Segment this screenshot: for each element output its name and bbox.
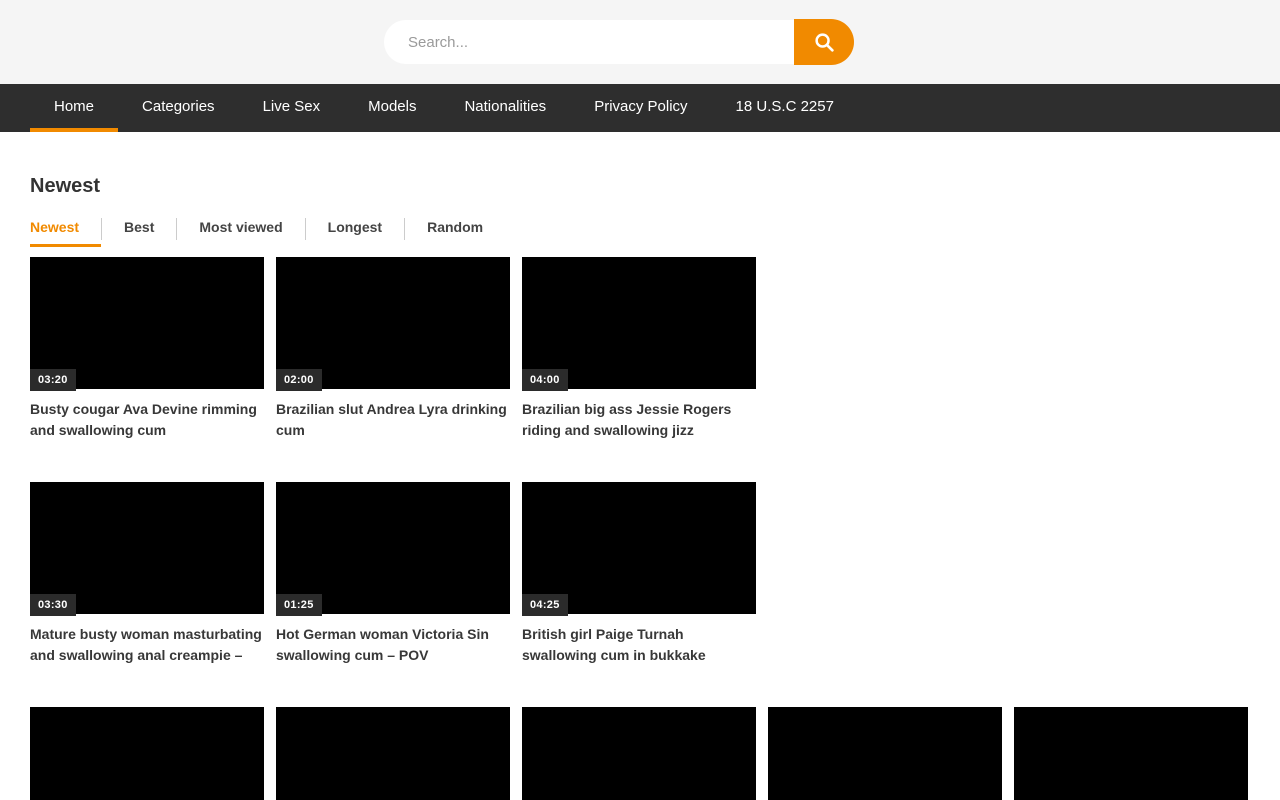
- page-title: Newest: [30, 175, 1250, 198]
- video-card: 04:00 Brazilian big ass Jessie Rogers ri…: [522, 257, 756, 441]
- video-thumbnail[interactable]: 04:25: [522, 482, 756, 614]
- video-card: [1014, 707, 1248, 800]
- video-title-link[interactable]: Brazilian big ass Jessie Rogers riding a…: [522, 399, 756, 441]
- video-card: [276, 707, 510, 800]
- video-card: 04:25 British girl Paige Turnah swallowi…: [522, 482, 756, 666]
- video-title-link[interactable]: British girl Paige Turnah swallowing cum…: [522, 624, 756, 666]
- nav-item-nationalities[interactable]: Nationalities: [440, 84, 570, 132]
- video-thumbnail[interactable]: [768, 707, 1002, 800]
- video-title-link[interactable]: Mature busty woman masturbating and swal…: [30, 624, 264, 666]
- magnifier-icon: [813, 31, 836, 54]
- video-card: [768, 707, 1002, 800]
- video-thumbnail[interactable]: 04:00: [522, 257, 756, 389]
- duration-badge: 03:20: [30, 369, 76, 391]
- tab-most-viewed[interactable]: Most viewed: [177, 215, 304, 247]
- nav-item-models[interactable]: Models: [344, 84, 440, 132]
- video-card: 02:00 Brazilian slut Andrea Lyra drinkin…: [276, 257, 510, 441]
- video-thumbnail[interactable]: [276, 707, 510, 800]
- video-thumbnail[interactable]: 02:00: [276, 257, 510, 389]
- video-row: 03:20 Busty cougar Ava Devine rimming an…: [30, 257, 1250, 441]
- video-title-link[interactable]: Busty cougar Ava Devine rimming and swal…: [30, 399, 264, 441]
- nav-item-categories[interactable]: Categories: [118, 84, 239, 132]
- search-button[interactable]: [794, 19, 854, 65]
- nav-item-privacy-policy[interactable]: Privacy Policy: [570, 84, 711, 132]
- video-thumbnail[interactable]: [522, 707, 756, 800]
- video-thumbnail[interactable]: 03:20: [30, 257, 264, 389]
- main-nav: Home Categories Live Sex Models National…: [0, 84, 1280, 132]
- video-card: 01:25 Hot German woman Victoria Sin swal…: [276, 482, 510, 666]
- nav-item-home[interactable]: Home: [30, 84, 118, 132]
- top-bar: [0, 0, 1280, 84]
- video-thumbnail[interactable]: [30, 707, 264, 800]
- duration-badge: 01:25: [276, 594, 322, 616]
- video-card: [30, 707, 264, 800]
- video-card: [522, 707, 756, 800]
- video-title-link[interactable]: Brazilian slut Andrea Lyra drinking cum: [276, 399, 510, 441]
- main-content: Newest Newest Best Most viewed Longest R…: [0, 175, 1280, 800]
- sort-tabs: Newest Best Most viewed Longest Random: [30, 215, 1250, 247]
- video-title-link[interactable]: Hot German woman Victoria Sin swallowing…: [276, 624, 510, 666]
- duration-badge: 04:00: [522, 369, 568, 391]
- video-row: [30, 707, 1250, 800]
- video-card: 03:20 Busty cougar Ava Devine rimming an…: [30, 257, 264, 441]
- duration-badge: 03:30: [30, 594, 76, 616]
- tab-newest[interactable]: Newest: [30, 215, 101, 247]
- duration-badge: 04:25: [522, 594, 568, 616]
- nav-item-2257[interactable]: 18 U.S.C 2257: [712, 84, 858, 132]
- video-thumbnail[interactable]: [1014, 707, 1248, 800]
- video-card: 03:30 Mature busty woman masturbating an…: [30, 482, 264, 666]
- search-input[interactable]: [384, 20, 794, 64]
- video-row: 03:30 Mature busty woman masturbating an…: [30, 482, 1250, 666]
- search-form: [384, 19, 854, 65]
- tab-longest[interactable]: Longest: [306, 215, 404, 247]
- nav-item-live-sex[interactable]: Live Sex: [239, 84, 345, 132]
- tab-best[interactable]: Best: [102, 215, 176, 247]
- duration-badge: 02:00: [276, 369, 322, 391]
- video-thumbnail[interactable]: 03:30: [30, 482, 264, 614]
- video-thumbnail[interactable]: 01:25: [276, 482, 510, 614]
- tab-random[interactable]: Random: [405, 215, 505, 247]
